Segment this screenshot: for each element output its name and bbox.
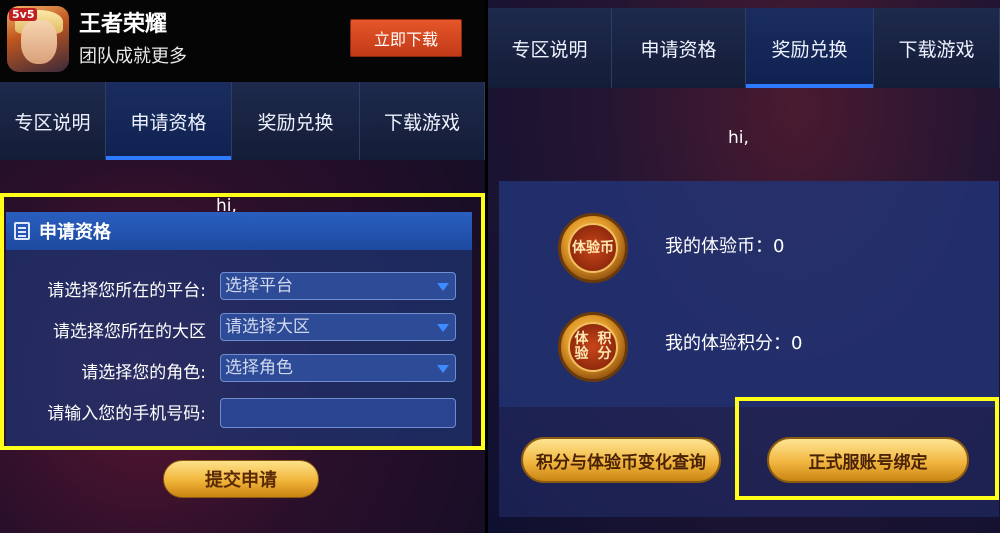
left-screen: 5v5 王者荣耀 团队成就更多 立即下载 专区说明 申请资格 奖励兑换 下载游戏… xyxy=(0,0,485,533)
experience-coin-icon: 体验币 xyxy=(558,213,628,283)
tab-apply-qualification[interactable]: 申请资格 xyxy=(106,82,232,160)
coin-emblem: 体验币 xyxy=(568,223,618,273)
app-subtitle: 团队成就更多 xyxy=(79,46,187,67)
right-tab-bar: 专区说明 申请资格 奖励兑换 下载游戏 xyxy=(488,8,1000,88)
points-emblem-line1: 体验 xyxy=(574,331,589,362)
game-app-icon: 5v5 xyxy=(7,6,69,72)
tab-reward-exchange[interactable]: 奖励兑换 xyxy=(746,8,874,88)
tab-zone-info[interactable]: 专区说明 xyxy=(488,8,612,88)
tab-apply-qualification[interactable]: 申请资格 xyxy=(612,8,746,88)
experience-points-balance: 我的体验积分：0 xyxy=(665,333,803,354)
experience-coin-balance: 我的体验币：0 xyxy=(665,236,785,257)
mode-badge: 5v5 xyxy=(9,8,38,21)
download-now-button[interactable]: 立即下载 xyxy=(350,19,462,57)
points-emblem: 体验 积分 xyxy=(568,322,618,372)
tab-reward-exchange[interactable]: 奖励兑换 xyxy=(232,82,360,160)
form-highlight-frame xyxy=(0,193,485,450)
hero-face-shape xyxy=(21,20,57,64)
points-emblem-line2: 积分 xyxy=(597,331,612,362)
tab-download-game[interactable]: 下载游戏 xyxy=(874,8,1000,88)
right-screen: 专区说明 申请资格 奖励兑换 下载游戏 hi, 体验币 我的体验币：0 体验 积… xyxy=(488,0,1000,533)
tab-download-game[interactable]: 下载游戏 xyxy=(360,82,485,160)
experience-points-icon: 体验 积分 xyxy=(558,312,628,382)
greeting-text: hi, xyxy=(728,128,749,148)
bind-highlight-frame xyxy=(735,397,999,500)
app-banner: 5v5 王者荣耀 团队成就更多 立即下载 xyxy=(0,0,485,82)
submit-application-button[interactable]: 提交申请 xyxy=(163,460,319,498)
app-title: 王者荣耀 xyxy=(79,12,168,37)
points-history-query-button[interactable]: 积分与体验币变化查询 xyxy=(521,437,721,483)
left-tab-bar: 专区说明 申请资格 奖励兑换 下载游戏 xyxy=(0,82,485,160)
tab-zone-info[interactable]: 专区说明 xyxy=(0,82,106,160)
